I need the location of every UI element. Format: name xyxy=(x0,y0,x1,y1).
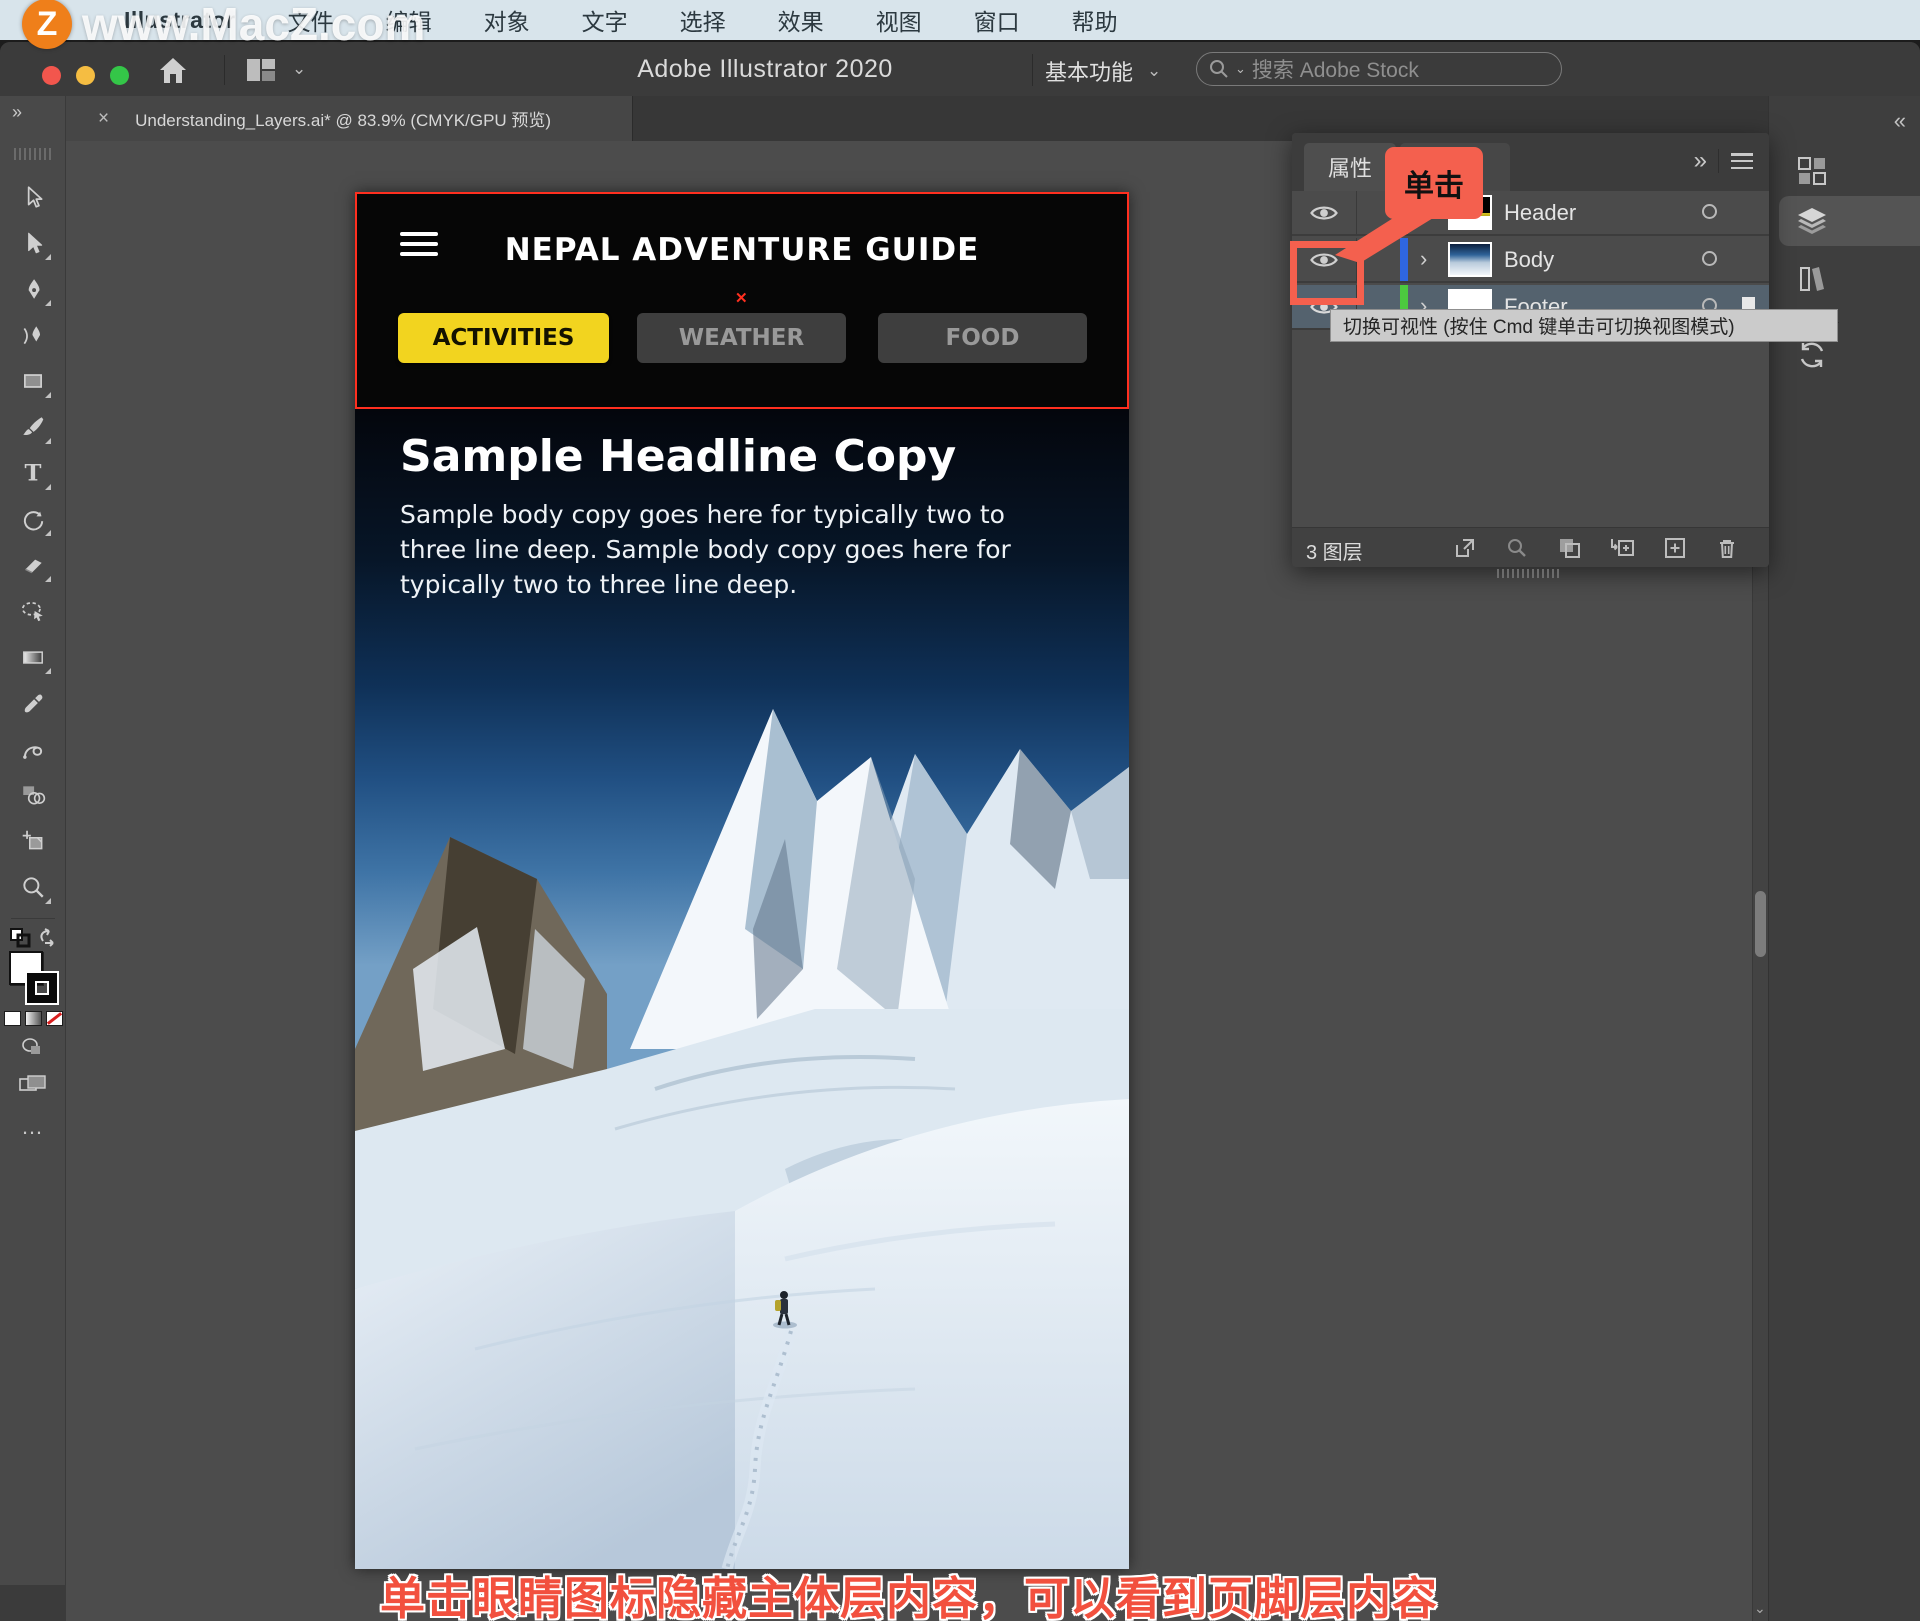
highlight-box xyxy=(1290,241,1364,305)
home-icon[interactable] xyxy=(158,56,188,89)
layers-panel-icon[interactable] xyxy=(1795,204,1829,238)
color-mode-chips xyxy=(4,1011,63,1026)
menu-item-object[interactable]: 对象 xyxy=(484,3,530,37)
none-chip[interactable] xyxy=(46,1011,63,1026)
zoom-window-button[interactable] xyxy=(110,66,129,85)
artboard-headline: Sample Headline Copy xyxy=(400,431,956,482)
tutorial-annotation: 单击眼睛图标隐藏主体层内容，可以看到页脚层内容 xyxy=(126,1562,1692,1621)
menu-item-type[interactable]: 文字 xyxy=(582,3,628,37)
swap-fill-stroke-icon[interactable] xyxy=(9,927,57,949)
stroke-swatch[interactable] xyxy=(27,973,57,1003)
search-scope-chevron-icon: ⌄ xyxy=(1235,61,1246,77)
sync-icon[interactable] xyxy=(1795,338,1829,372)
workspace-label: 基本功能 xyxy=(1045,55,1133,87)
artboard[interactable]: NEPAL ADVENTURE GUIDE ACTIVITIES WEATHER… xyxy=(355,192,1129,1569)
target-circle-icon[interactable] xyxy=(1702,251,1717,266)
drawing-modes-icon[interactable] xyxy=(20,1036,46,1063)
tab-properties[interactable]: 属性 xyxy=(1304,143,1396,191)
pen-tool[interactable] xyxy=(11,266,55,312)
svg-text:T: T xyxy=(25,461,42,487)
fill-stroke-indicator[interactable] xyxy=(7,951,59,1003)
artboard-tool[interactable] xyxy=(11,818,55,864)
arrange-documents-chevron-icon[interactable]: ⌄ xyxy=(292,59,306,79)
export-panel-icon[interactable] xyxy=(1795,154,1829,188)
menu-item-effect[interactable]: 效果 xyxy=(778,3,824,37)
selection-anchor-icon: ✕ xyxy=(735,289,748,307)
width-tool[interactable] xyxy=(11,726,55,772)
edit-toolbar-ellipsis-icon[interactable]: … xyxy=(21,1114,45,1140)
menu-app-name[interactable]: Illustrator xyxy=(124,7,236,34)
appbar-divider xyxy=(224,55,225,85)
draw-behind-icon[interactable] xyxy=(18,1073,48,1100)
layer-thumbnail-body xyxy=(1448,242,1492,277)
adobe-stock-search-input[interactable]: ⌄ 搜索 Adobe Stock xyxy=(1196,52,1562,86)
layers-panel: 属性 » › Header xyxy=(1292,133,1769,567)
screen: Illustrator 文件 编辑 对象 文字 选择 效果 视图 窗口 帮助 Z… xyxy=(0,0,1920,1621)
window-title: Adobe Illustrator 2020 xyxy=(590,55,940,84)
eyedropper-tool[interactable] xyxy=(11,680,55,726)
menu-item-edit[interactable]: 编辑 xyxy=(386,3,432,37)
selection-tool[interactable] xyxy=(11,174,55,220)
panel-resize-handle[interactable] xyxy=(1497,569,1559,578)
libraries-panel-icon[interactable] xyxy=(1795,262,1829,296)
workspace-divider xyxy=(1032,54,1033,86)
zoom-tool[interactable] xyxy=(11,864,55,910)
document-tab-title: Understanding_Layers.ai* @ 83.9% (CMYK/G… xyxy=(135,106,551,131)
workspace-switcher[interactable]: 基本功能 ⌄ xyxy=(1045,55,1161,87)
eraser-tool[interactable] xyxy=(11,542,55,588)
toolbar-divider xyxy=(11,918,55,919)
delete-layer-icon[interactable] xyxy=(1714,535,1740,561)
make-clipping-mask-icon[interactable] xyxy=(1557,535,1583,561)
shapes-tool[interactable] xyxy=(11,772,55,818)
menu-item-file[interactable]: 文件 xyxy=(288,3,334,37)
minimize-window-button[interactable] xyxy=(76,66,95,85)
search-icon xyxy=(1209,59,1229,79)
artboard-body-copy: Sample body copy goes here for typically… xyxy=(400,497,1040,602)
collect-for-export-icon[interactable] xyxy=(1452,535,1478,561)
curvature-tool[interactable] xyxy=(11,312,55,358)
close-window-button[interactable] xyxy=(42,66,61,85)
target-circle-icon[interactable] xyxy=(1702,204,1717,219)
scroll-down-icon[interactable]: ⌄ xyxy=(1754,1600,1766,1617)
document-tab[interactable]: × Understanding_Layers.ai* @ 83.9% (CMYK… xyxy=(66,96,633,141)
layer-count: 3 图层 xyxy=(1306,536,1363,565)
type-tool[interactable]: T xyxy=(11,450,55,496)
click-callout: 单击 xyxy=(1385,147,1483,219)
macos-menu-bar: Illustrator 文件 编辑 对象 文字 选择 效果 视图 窗口 帮助 xyxy=(0,0,1920,40)
search-placeholder: 搜索 Adobe Stock xyxy=(1252,54,1419,84)
workspace-chevron-icon: ⌄ xyxy=(1147,61,1161,81)
lasso-tool[interactable] xyxy=(11,588,55,634)
panel-menu-icon[interactable] xyxy=(1731,153,1753,169)
paintbrush-tool[interactable] xyxy=(11,404,55,450)
artboard-body-layer[interactable]: Sample Headline Copy Sample body copy go… xyxy=(355,409,1129,1569)
color-chip[interactable] xyxy=(4,1011,21,1026)
new-sublayer-icon[interactable] xyxy=(1609,535,1635,561)
panel-header-divider xyxy=(1718,149,1719,173)
layer-name[interactable]: Body xyxy=(1504,247,1554,273)
new-layer-icon[interactable] xyxy=(1662,535,1688,561)
rotate-tool[interactable] xyxy=(11,496,55,542)
rectangle-tool[interactable] xyxy=(11,358,55,404)
close-tab-icon[interactable]: × xyxy=(98,108,109,130)
collapse-panels-icon[interactable]: « xyxy=(1894,108,1904,134)
menu-item-select[interactable]: 选择 xyxy=(680,3,726,37)
toolbar: » T xyxy=(0,96,66,1585)
layers-panel-footer: 3 图层 xyxy=(1292,527,1769,567)
arrange-documents-icon[interactable] xyxy=(246,58,276,87)
gradient-chip[interactable] xyxy=(25,1011,42,1026)
direct-selection-tool[interactable] xyxy=(11,220,55,266)
menu-item-view[interactable]: 视图 xyxy=(876,3,922,37)
toolbar-expand-icon[interactable]: » xyxy=(12,102,20,123)
layer-name[interactable]: Header xyxy=(1504,200,1576,226)
visibility-tooltip: 切换可视性 (按住 Cmd 键单击可切换视图模式) xyxy=(1330,309,1838,342)
layers-panel-tabs: 属性 » xyxy=(1292,133,1769,191)
locate-object-icon[interactable] xyxy=(1504,535,1530,561)
gradient-tool[interactable] xyxy=(11,634,55,680)
menu-item-window[interactable]: 窗口 xyxy=(974,3,1020,37)
panel-expand-icon[interactable]: » xyxy=(1694,147,1707,175)
menu-item-help[interactable]: 帮助 xyxy=(1072,3,1118,37)
toolbar-grip-handle[interactable] xyxy=(14,148,52,160)
app-bar: ⌄ Adobe Illustrator 2020 基本功能 ⌄ ⌄ 搜索 Ado… xyxy=(0,42,1920,97)
vertical-scrollbar-thumb[interactable] xyxy=(1755,891,1766,957)
